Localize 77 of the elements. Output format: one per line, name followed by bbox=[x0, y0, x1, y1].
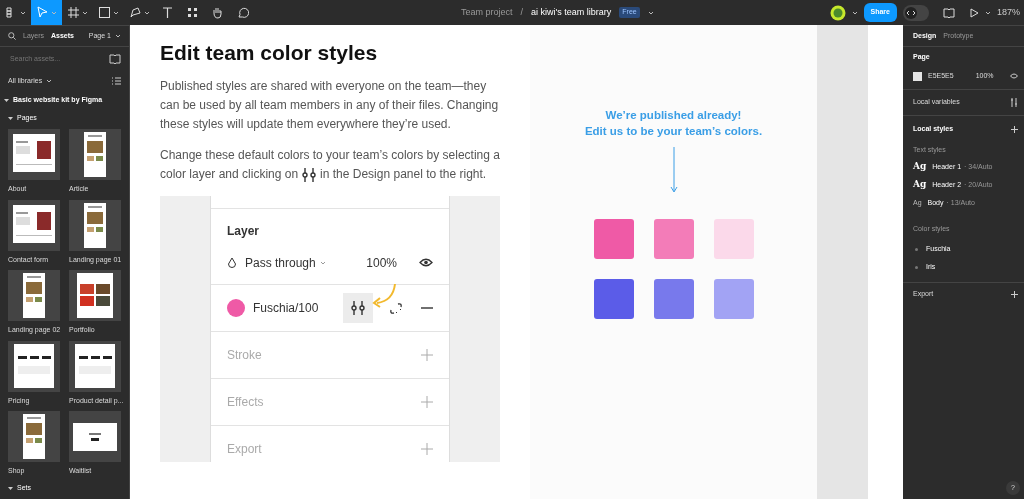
page-thumbnail[interactable] bbox=[8, 270, 60, 321]
adjust-icon bbox=[351, 300, 365, 317]
section-title: Layer bbox=[227, 222, 261, 240]
page-thumbnail[interactable] bbox=[8, 340, 60, 392]
caret-icon[interactable] bbox=[647, 10, 654, 15]
book-icon[interactable] bbox=[109, 54, 121, 64]
color-swatch[interactable] bbox=[713, 279, 754, 319]
page-thumbnail[interactable] bbox=[69, 340, 121, 392]
search-icon bbox=[8, 32, 16, 40]
page-thumbnail[interactable] bbox=[8, 199, 60, 251]
adjust-icon bbox=[302, 166, 317, 183]
page-heading: Edit team color styles bbox=[160, 40, 379, 66]
pen-icon bbox=[129, 6, 142, 19]
instruction-text: color layer and clicking on bbox=[160, 166, 299, 184]
page-thumbnail[interactable] bbox=[8, 411, 60, 462]
description-text: Published styles are shared with everyone on the team—they can be used by all team members in any of their files. Changing these styles will update them everywhere they’re used. bbox=[160, 78, 500, 134]
caret-icon bbox=[46, 79, 53, 83]
plus-icon[interactable] bbox=[1011, 290, 1018, 298]
color-swatch[interactable] bbox=[653, 279, 694, 319]
file-name[interactable]: ai kiwi's team library bbox=[531, 5, 612, 20]
opacity-value[interactable]: 100% bbox=[366, 253, 397, 272]
separator: / bbox=[520, 5, 524, 19]
project-name[interactable]: Team project bbox=[461, 5, 513, 20]
instruction-text: Change these default colors to your team’s colors by selecting a bbox=[160, 148, 500, 163]
blend-mode-dropdown[interactable]: Pass through bbox=[245, 253, 326, 272]
eye-icon[interactable] bbox=[419, 258, 433, 268]
color-swatch[interactable] bbox=[913, 71, 922, 81]
color-swatch[interactable] bbox=[227, 299, 245, 318]
instruction-text: in the Design panel to the right. bbox=[320, 166, 487, 184]
zoom-level[interactable]: 187% bbox=[996, 5, 1020, 20]
frame-icon bbox=[67, 6, 80, 19]
color-swatch[interactable] bbox=[593, 279, 634, 319]
hand-icon bbox=[211, 6, 224, 19]
type-sample: Ag bbox=[913, 178, 927, 192]
caret-icon bbox=[144, 10, 150, 15]
book-icon[interactable] bbox=[942, 7, 955, 18]
plus-icon[interactable] bbox=[1011, 125, 1018, 133]
down-arrow-icon bbox=[669, 147, 678, 193]
caret-icon bbox=[20, 10, 26, 15]
caret-icon[interactable] bbox=[984, 10, 991, 15]
avatar-icon[interactable] bbox=[829, 4, 846, 21]
page-thumbnail[interactable] bbox=[8, 129, 60, 180]
variables-icon[interactable] bbox=[1011, 98, 1018, 107]
rectangle-icon bbox=[98, 6, 111, 19]
minus-icon[interactable] bbox=[421, 307, 433, 310]
drop-icon bbox=[227, 256, 237, 269]
caret-icon bbox=[115, 34, 121, 38]
page-thumbnail[interactable] bbox=[69, 199, 121, 251]
dev-mode-toggle[interactable] bbox=[902, 4, 929, 21]
callout-text: We’re published already! bbox=[604, 108, 743, 123]
comment-icon bbox=[236, 6, 249, 19]
page-thumbnail[interactable] bbox=[69, 411, 121, 462]
list-icon[interactable] bbox=[112, 77, 121, 85]
play-icon[interactable] bbox=[968, 7, 979, 18]
fill-style-name[interactable]: Fuschia/100 bbox=[253, 299, 319, 318]
section-title: Effects bbox=[227, 394, 264, 412]
caret-icon bbox=[319, 260, 326, 265]
caret-icon[interactable] bbox=[915, 265, 918, 269]
style-picker-button[interactable] bbox=[343, 293, 373, 324]
color-swatch[interactable] bbox=[653, 219, 694, 259]
text-icon bbox=[161, 6, 174, 19]
caret-icon[interactable] bbox=[851, 10, 858, 15]
caret-icon bbox=[113, 10, 119, 15]
section-title: Export bbox=[227, 441, 262, 459]
caret-icon bbox=[51, 10, 57, 15]
resources-icon bbox=[186, 6, 199, 19]
type-sample: Ag bbox=[913, 160, 927, 174]
color-swatch[interactable] bbox=[593, 219, 634, 259]
detach-icon[interactable] bbox=[389, 301, 403, 316]
page-thumbnail[interactable] bbox=[69, 129, 121, 180]
caret-icon[interactable] bbox=[915, 247, 918, 251]
pointer-icon bbox=[36, 6, 49, 19]
callout-text: Edit us to be your team’s colors. bbox=[584, 124, 763, 139]
color-swatch[interactable] bbox=[713, 219, 754, 259]
section-title: Stroke bbox=[227, 347, 262, 365]
caret-icon bbox=[82, 10, 88, 15]
page-thumbnail[interactable] bbox=[69, 270, 121, 321]
